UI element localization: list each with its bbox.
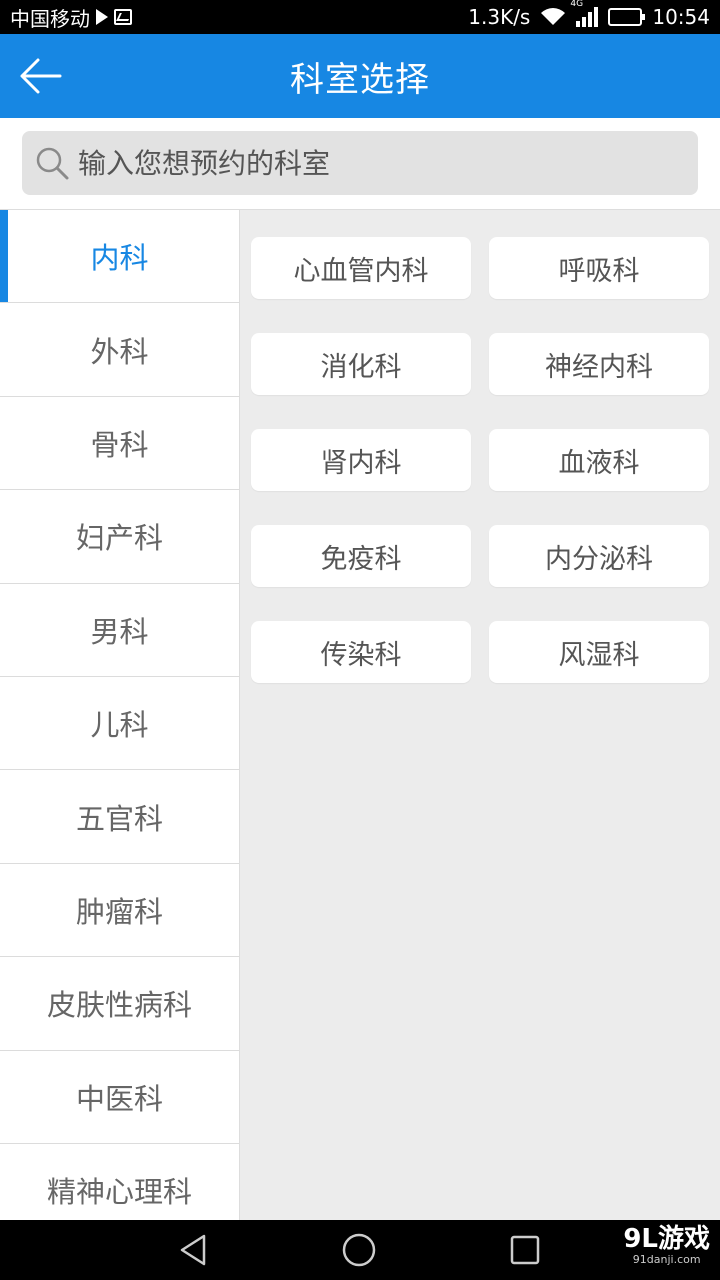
app-header: 科室选择 (0, 34, 720, 118)
carrier-label: 中国移动 (10, 6, 90, 31)
network-tag: 4G (570, 0, 584, 9)
sidebar-item-surgery[interactable]: 外科 (0, 303, 239, 397)
dept-card-hematology[interactable]: 血液科 (489, 429, 709, 491)
square-recent-icon (510, 1235, 540, 1265)
back-button[interactable] (16, 54, 64, 98)
sidebar-item-andrology[interactable]: 男科 (0, 583, 239, 677)
sidebar-item-dermatology[interactable]: 皮肤性病科 (0, 957, 239, 1051)
nav-home-button[interactable] (341, 1232, 377, 1268)
dept-card-respiratory[interactable]: 呼吸科 (489, 237, 709, 299)
department-panel: 心血管内科 呼吸科 消化科 神经内科 肾内科 血液科 免疫科 内分泌科 传染科 … (240, 210, 720, 1220)
sidebar-item-internal-medicine[interactable]: 内科 (0, 210, 239, 304)
triangle-back-icon (180, 1234, 206, 1266)
page-title: 科室选择 (290, 59, 430, 100)
watermark: 9L游戏 91danji.com (623, 1226, 710, 1265)
sidebar-item-obstetrics[interactable]: 妇产科 (0, 490, 239, 584)
play-icon (96, 9, 108, 25)
sidebar-item-orthopedics[interactable]: 骨科 (0, 396, 239, 491)
net-speed: 1.3K/s (468, 5, 531, 29)
clock: 10:54 (652, 5, 710, 29)
search-section (0, 118, 720, 210)
sidebar-item-tcm[interactable]: 中医科 (0, 1050, 239, 1144)
department-grid: 心血管内科 呼吸科 消化科 神经内科 肾内科 血液科 免疫科 内分泌科 传染科 … (251, 237, 709, 683)
dept-card-nephrology[interactable]: 肾内科 (251, 429, 471, 491)
circle-home-icon (342, 1233, 376, 1267)
sidebar-item-oncology[interactable]: 肿瘤科 (0, 863, 239, 958)
watermark-url: 91danji.com (632, 1253, 701, 1266)
signal-icon: 4G (570, 0, 599, 27)
system-nav-bar: 9L游戏 91danji.com (0, 1220, 720, 1280)
status-bar: 中国移动 1.3K/s 4G 10:54 (0, 0, 720, 34)
arrow-left-icon (20, 58, 62, 94)
wifi-icon (540, 7, 566, 27)
search-input[interactable] (78, 146, 678, 180)
sidebar-item-psychiatry[interactable]: 精神心理科 (0, 1143, 239, 1220)
status-right: 1.3K/s 4G 10:54 (468, 0, 710, 29)
dept-card-cardiology[interactable]: 心血管内科 (251, 237, 471, 299)
dept-card-gastroenterology[interactable]: 消化科 (251, 333, 471, 395)
search-icon (32, 143, 72, 183)
dept-card-infectious[interactable]: 传染科 (251, 621, 471, 683)
battery-icon (608, 8, 646, 26)
nav-recent-button[interactable] (507, 1232, 543, 1268)
category-sidebar: 内科 外科 骨科 妇产科 男科 儿科 五官科 肿瘤科 皮肤性病科 中医科 精神心… (0, 210, 240, 1220)
dept-card-neurology[interactable]: 神经内科 (489, 333, 709, 395)
sidebar-item-pediatrics[interactable]: 儿科 (0, 676, 239, 771)
watermark-logo: 9L游戏 (623, 1224, 710, 1254)
sidebar-item-ent[interactable]: 五官科 (0, 770, 239, 864)
image-icon (114, 9, 132, 25)
dept-card-rheumatology[interactable]: 风湿科 (489, 621, 709, 683)
nav-back-button[interactable] (176, 1232, 212, 1268)
status-left: 中国移动 (10, 3, 132, 32)
dept-card-endocrinology[interactable]: 内分泌科 (489, 525, 709, 587)
search-box[interactable] (22, 131, 698, 195)
dept-card-immunology[interactable]: 免疫科 (251, 525, 471, 587)
